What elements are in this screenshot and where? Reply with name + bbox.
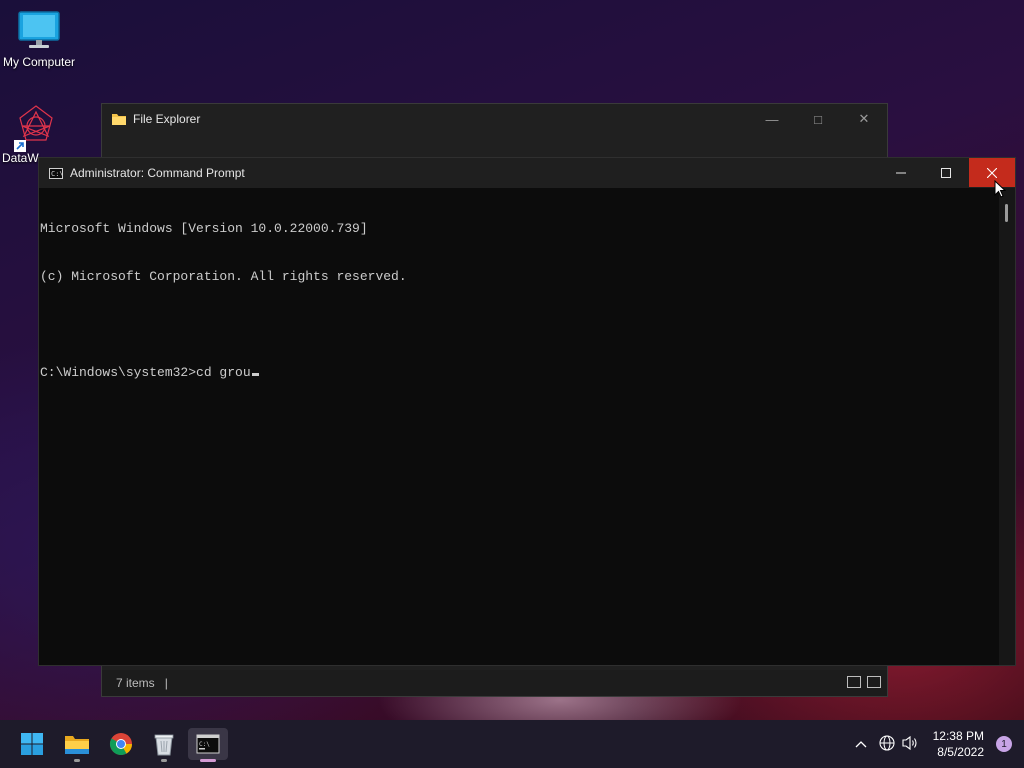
desktop-icon-dataw[interactable]: DataW xyxy=(0,104,79,165)
running-indicator xyxy=(74,759,80,762)
console-prompt-line[interactable]: C:\Windows\system32>cd grou xyxy=(40,365,999,381)
cmd-title: Administrator: Command Prompt xyxy=(70,166,245,180)
taskbar: C:\ 12:38 PM 8/5/2022 1 xyxy=(0,720,1024,768)
monitor-icon xyxy=(18,11,60,48)
explorer-close-button[interactable]: ✕ xyxy=(841,104,887,134)
clock-time: 12:38 PM xyxy=(932,729,984,743)
mouse-pointer-icon xyxy=(994,180,1006,198)
taskbar-command-prompt[interactable]: C:\ xyxy=(188,728,228,762)
minimize-icon xyxy=(895,172,906,173)
details-view-icon[interactable] xyxy=(847,676,861,688)
cmd-minimize-button[interactable] xyxy=(878,158,923,187)
explorer-title: File Explorer xyxy=(133,112,201,126)
recycle-bin-icon xyxy=(154,734,174,756)
cmd-close-button[interactable] xyxy=(969,158,1015,187)
clock[interactable]: 12:38 PM 8/5/2022 xyxy=(933,728,984,760)
svg-text:C:\: C:\ xyxy=(199,741,210,748)
windows-start-icon xyxy=(21,733,43,755)
taskbar-file-explorer[interactable] xyxy=(57,728,97,762)
desktop-icon-my-computer[interactable]: My Computer xyxy=(0,10,79,69)
console-output[interactable]: Microsoft Windows [Version 10.0.22000.73… xyxy=(39,188,999,665)
datawrapper-shortcut-icon xyxy=(14,105,53,152)
show-hidden-icons-button[interactable] xyxy=(849,720,873,768)
large-icons-view-icon[interactable] xyxy=(867,676,881,688)
explorer-statusbar: 7 items | xyxy=(102,670,887,696)
folder-icon xyxy=(112,114,126,125)
explorer-minimize-button[interactable]: — xyxy=(749,104,795,134)
explorer-titlebar[interactable]: File Explorer — □ ✕ xyxy=(102,104,887,134)
text-cursor xyxy=(251,373,259,376)
close-icon xyxy=(987,167,997,178)
item-count: 7 items xyxy=(116,676,155,690)
volume-button[interactable] xyxy=(901,735,919,754)
chrome-icon xyxy=(110,733,132,755)
clock-date: 8/5/2022 xyxy=(937,745,984,759)
taskbar-recycle-bin[interactable] xyxy=(144,728,184,762)
taskbar-chrome[interactable] xyxy=(101,728,141,760)
scrollbar-thumb[interactable] xyxy=(1005,204,1008,222)
console-line: Microsoft Windows [Version 10.0.22000.73… xyxy=(40,221,368,236)
cmd-scrollbar[interactable] xyxy=(999,188,1015,665)
speaker-icon xyxy=(902,735,917,750)
console-prompt-text: C:\Windows\system32>cd grou xyxy=(40,365,251,380)
console-line: (c) Microsoft Corporation. All rights re… xyxy=(40,269,407,284)
folder-icon xyxy=(65,736,89,754)
cmd-titlebar[interactable]: C:\ Administrator: Command Prompt xyxy=(39,158,1015,188)
running-indicator xyxy=(161,759,167,762)
command-prompt-window[interactable]: C:\ Administrator: Command Prompt Micros… xyxy=(38,157,1016,666)
active-indicator xyxy=(200,759,216,762)
system-tray: 12:38 PM 8/5/2022 1 xyxy=(849,720,1024,768)
notification-badge[interactable]: 1 xyxy=(996,736,1012,752)
explorer-maximize-button[interactable]: □ xyxy=(795,104,841,134)
cmd-app-icon: C:\ xyxy=(49,167,64,179)
maximize-icon xyxy=(940,167,951,178)
network-button[interactable] xyxy=(879,734,895,754)
cmd-maximize-button[interactable] xyxy=(923,158,968,187)
status-separator: | xyxy=(164,676,168,690)
globe-icon xyxy=(879,734,895,751)
desktop-icon-label: My Computer xyxy=(2,55,76,69)
terminal-icon: C:\ xyxy=(196,734,220,754)
start-button[interactable] xyxy=(12,728,52,760)
chevron-up-icon xyxy=(855,741,867,748)
